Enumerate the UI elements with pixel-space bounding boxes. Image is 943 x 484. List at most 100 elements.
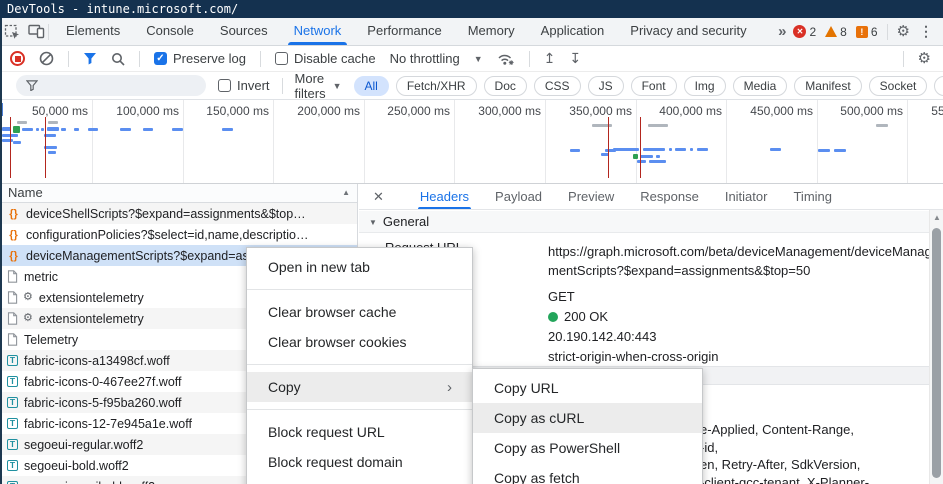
- waterfall-bar: [41, 128, 44, 131]
- menu-item-open-in-new-tab[interactable]: Open in new tab: [247, 252, 472, 282]
- invert-filter-toggle[interactable]: Invert: [218, 78, 270, 93]
- export-har-icon[interactable]: ↧: [569, 52, 581, 66]
- more-tabs-icon[interactable]: »: [778, 23, 784, 40]
- filter-pill-font[interactable]: Font: [631, 76, 677, 96]
- scroll-up-icon[interactable]: ▲: [933, 213, 941, 222]
- device-toolbar-icon[interactable]: [24, 20, 48, 44]
- submenu-item-copy-as-fetch[interactable]: Copy as fetch: [473, 463, 702, 484]
- divider: [282, 78, 283, 94]
- detail-tab-timing[interactable]: Timing: [793, 184, 832, 209]
- disable-cache-toggle[interactable]: Disable cache: [275, 51, 376, 66]
- tab-elements[interactable]: Elements: [53, 18, 133, 45]
- general-section-header[interactable]: ▼General: [359, 211, 929, 233]
- throttling-select[interactable]: No throttling ▼: [390, 51, 483, 66]
- menu-item-label: Clear browser cache: [268, 304, 396, 320]
- filter-pill-js[interactable]: JS: [588, 76, 624, 96]
- filter-pill-img[interactable]: Img: [684, 76, 726, 96]
- tab-performance[interactable]: Performance: [354, 18, 454, 45]
- menu-item-block-request-domain[interactable]: Block request domain: [247, 447, 472, 477]
- waterfall-bar: [818, 149, 830, 152]
- menu-separator: [247, 364, 472, 365]
- checkbox-unchecked-icon: [275, 52, 288, 65]
- filter-pill-all[interactable]: All: [354, 76, 389, 96]
- waterfall-bar: [649, 160, 666, 163]
- filter-pill-socket[interactable]: Socket: [869, 76, 928, 96]
- filter-input[interactable]: [16, 75, 206, 96]
- import-har-icon[interactable]: ↥: [544, 52, 556, 66]
- clear-network-log-button[interactable]: [39, 51, 54, 66]
- load-event-line: [640, 117, 641, 178]
- header-fragment-line: e-Applied, Content-Range,: [700, 421, 936, 439]
- waterfall-bar: [13, 126, 20, 133]
- console-errors-badge[interactable]: ✕ 2: [793, 25, 816, 39]
- filter-pill-media[interactable]: Media: [733, 76, 788, 96]
- network-overview-timeline[interactable]: 50,000 ms100,000 ms150,000 ms200,000 ms2…: [0, 100, 943, 184]
- request-name: segoeui-semibold.woff2: [24, 480, 155, 484]
- issue-count: 6: [871, 25, 878, 39]
- issues-badge[interactable]: ! 6: [856, 25, 878, 39]
- more-options-icon[interactable]: ⋮: [919, 23, 933, 40]
- menu-item-clear-browser-cookies[interactable]: Clear browser cookies: [247, 327, 472, 357]
- network-conditions-icon[interactable]: [497, 52, 515, 66]
- waterfall-bar: [690, 148, 693, 151]
- menu-item-clear-browser-cache[interactable]: Clear browser cache: [247, 297, 472, 327]
- network-settings-gear-icon[interactable]: ⚙: [918, 51, 931, 66]
- status-ok-dot: [548, 312, 558, 322]
- detail-tab-initiator[interactable]: Initiator: [725, 184, 768, 209]
- tab-sources[interactable]: Sources: [207, 18, 281, 45]
- submenu-item-copy-as-powershell[interactable]: Copy as PowerShell: [473, 433, 702, 463]
- settings-gear-icon[interactable]: ⚙: [897, 24, 910, 39]
- waterfall-bar: [222, 128, 233, 131]
- menu-separator: [247, 289, 472, 290]
- detail-scrollbar[interactable]: ▲: [929, 210, 943, 484]
- submenu-item-label: Copy as fetch: [494, 470, 580, 484]
- tab-memory[interactable]: Memory: [455, 18, 528, 45]
- timeline-tick-label: 550,000 ms: [874, 104, 943, 118]
- preserve-log-toggle[interactable]: ✓ Preserve log: [154, 51, 246, 66]
- record-network-log-button[interactable]: [10, 51, 25, 66]
- tab-application[interactable]: Application: [528, 18, 618, 45]
- menu-item-copy[interactable]: Copy›: [247, 372, 472, 402]
- divider: [48, 24, 49, 40]
- submenu-item-copy-url[interactable]: Copy URL: [473, 373, 702, 403]
- submenu-item-label: Copy URL: [494, 380, 559, 396]
- menu-item-block-request-url[interactable]: Block request URL: [247, 417, 472, 447]
- warning-icon: [825, 26, 837, 37]
- detail-tab-preview[interactable]: Preview: [568, 184, 614, 209]
- console-warnings-badge[interactable]: 8: [825, 25, 847, 39]
- detail-tab-payload[interactable]: Payload: [495, 184, 542, 209]
- divider: [139, 51, 140, 67]
- search-icon[interactable]: [111, 52, 125, 66]
- more-filters-dropdown[interactable]: More filters ▼: [295, 71, 342, 101]
- filter-pill-doc[interactable]: Doc: [484, 76, 527, 96]
- issue-icon: !: [856, 26, 868, 38]
- load-event-line: [45, 117, 46, 178]
- filter-pill-fetch-xhr[interactable]: Fetch/XHR: [396, 76, 477, 96]
- preserve-log-label: Preserve log: [173, 51, 246, 66]
- waterfall-bar: [36, 128, 39, 131]
- name-column-header[interactable]: Name: [0, 184, 357, 203]
- close-detail-icon[interactable]: ✕: [373, 189, 384, 205]
- request-name: extensiontelemetry: [39, 291, 144, 305]
- table-row[interactable]: {}deviceShellScripts?$expand=assignments…: [0, 203, 357, 224]
- checkbox-unchecked-icon: [218, 79, 231, 92]
- header-fragment-line: -client-gcc-tenant, X-Planner-: [700, 474, 936, 484]
- filter-pill-manifest[interactable]: Manifest: [794, 76, 861, 96]
- resource-type-filters: All Fetch/XHR Doc CSS JS Font Img Media Manifest…: [354, 76, 943, 96]
- tab-console[interactable]: Console: [133, 18, 207, 45]
- filter-pill-wasm[interactable]: Wasm: [934, 76, 943, 96]
- divider: [529, 51, 530, 67]
- tab-network[interactable]: Network: [281, 18, 355, 45]
- filter-funnel-icon[interactable]: [83, 52, 97, 65]
- detail-tab-response[interactable]: Response: [640, 184, 699, 209]
- table-row[interactable]: {}configurationPolicies?$select=id,name,…: [0, 224, 357, 245]
- inspect-element-icon[interactable]: [0, 20, 24, 44]
- list-scroll-up-icon[interactable]: ▲: [342, 188, 350, 197]
- xhr-request-icon: {}: [7, 250, 20, 262]
- scrollbar-thumb[interactable]: [932, 228, 941, 478]
- tab-privacy-and-security[interactable]: Privacy and security: [617, 18, 759, 45]
- filter-pill-css[interactable]: CSS: [534, 76, 581, 96]
- detail-tab-bar: ✕ Headers Payload Preview Response Initiator…: [359, 184, 943, 210]
- submenu-item-copy-as-curl[interactable]: Copy as cURL: [473, 403, 702, 433]
- detail-tab-headers[interactable]: Headers: [420, 184, 469, 209]
